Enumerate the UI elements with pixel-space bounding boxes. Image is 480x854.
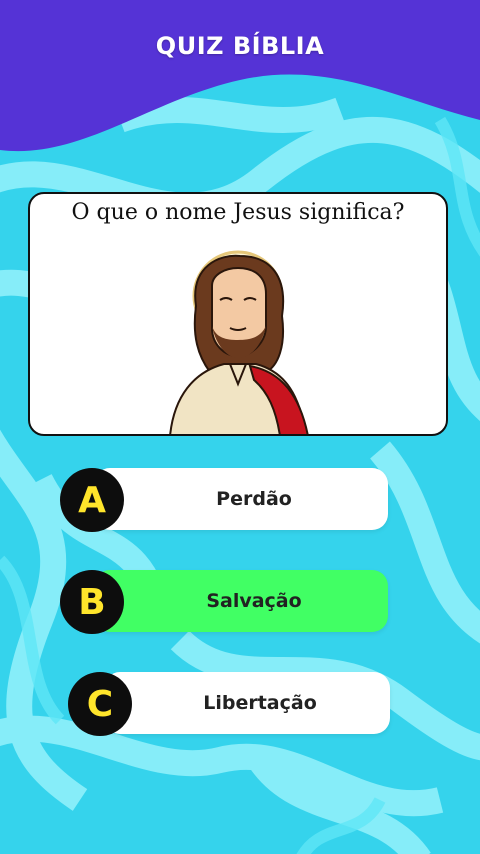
jesus-illustration — [169, 250, 309, 434]
answer-option-c-label: Libertação — [203, 692, 317, 714]
answer-option-b[interactable]: Salvação — [94, 570, 388, 632]
answer-option-c[interactable]: Libertação — [104, 672, 390, 734]
question-card: O que o nome Jesus significa? — [28, 192, 448, 436]
answer-badge-a[interactable]: A — [60, 468, 124, 532]
answer-option-a-label: Perdão — [216, 488, 292, 510]
answer-badge-c[interactable]: C — [68, 672, 132, 736]
header: QUIZ BÍBLIA — [0, 0, 480, 100]
page-title: QUIZ BÍBLIA — [155, 32, 325, 60]
answer-badge-b[interactable]: B — [60, 570, 124, 634]
question-text: O que o nome Jesus significa? — [71, 200, 405, 225]
answer-option-b-label: Salvação — [206, 590, 302, 612]
answer-option-a[interactable]: Perdão — [94, 468, 388, 530]
